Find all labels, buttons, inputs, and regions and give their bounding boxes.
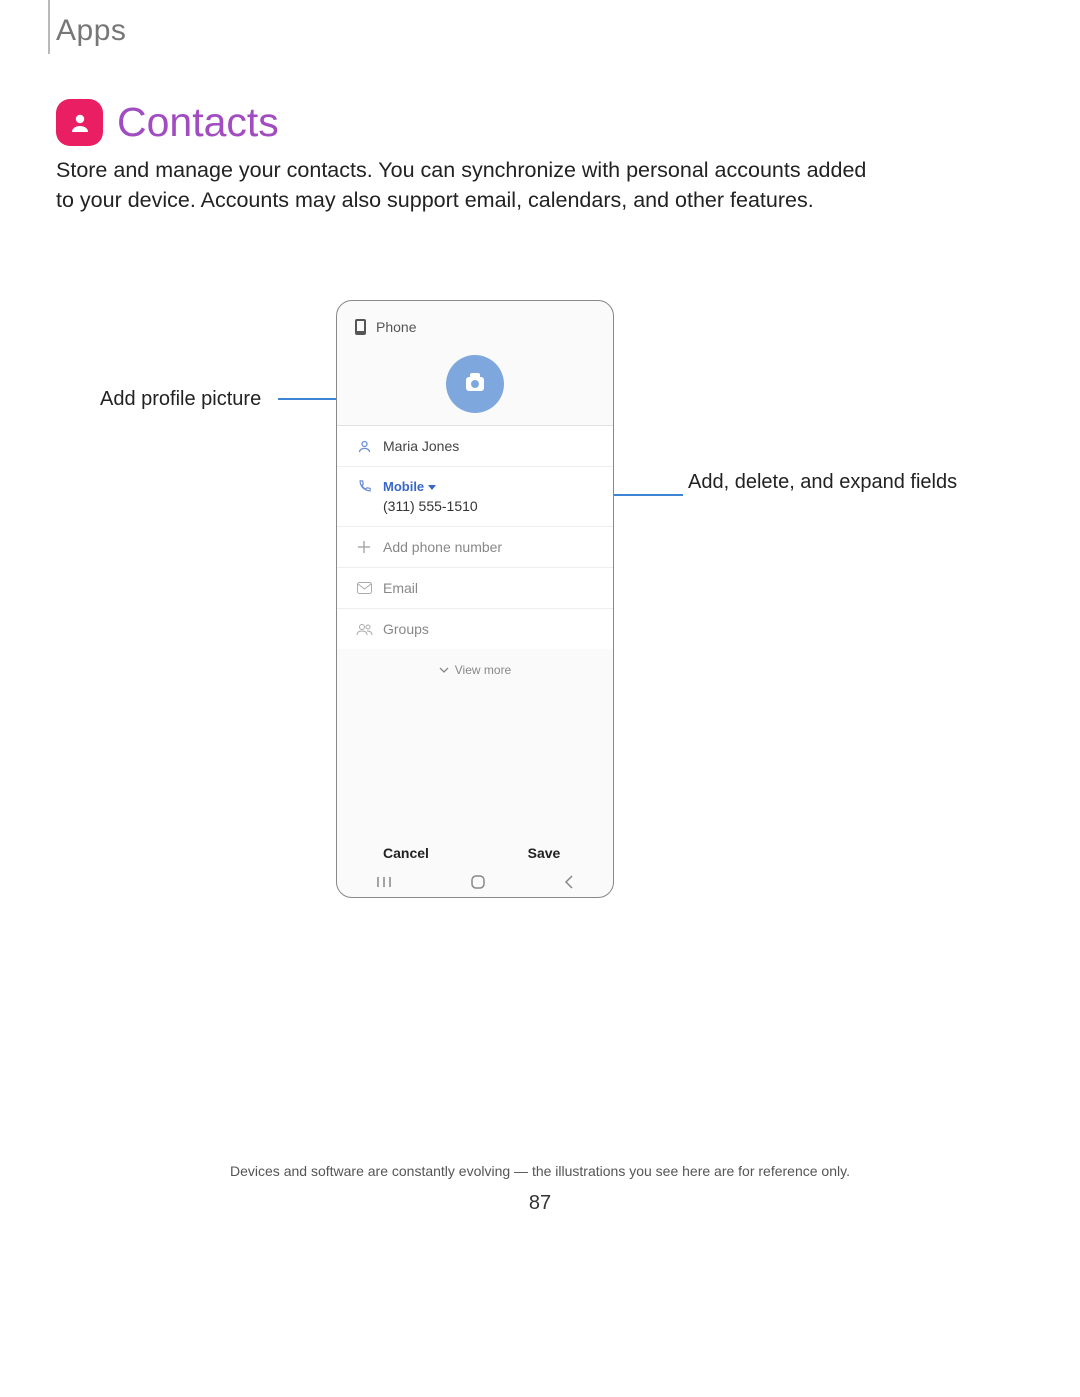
phone-field-row[interactable]: Mobile (311) 555-1510 <box>337 466 613 526</box>
nav-recent-icon[interactable] <box>376 876 392 888</box>
groups-icon <box>355 623 373 636</box>
phone-type-dropdown[interactable]: Mobile <box>383 479 436 494</box>
breadcrumb: Apps <box>56 14 126 48</box>
contacts-app-icon <box>56 99 103 146</box>
email-icon <box>355 582 373 594</box>
view-more-label: View more <box>455 663 511 677</box>
header-divider <box>48 0 50 54</box>
groups-field-row[interactable]: Groups <box>337 608 613 649</box>
nav-back-icon[interactable] <box>564 875 574 889</box>
name-value: Maria Jones <box>383 438 459 454</box>
nav-home-icon[interactable] <box>471 875 485 889</box>
email-field-row[interactable]: Email <box>337 567 613 608</box>
callout-add-profile-picture: Add profile picture <box>100 388 261 411</box>
storage-icon <box>355 319 366 335</box>
phone-screenshot: Phone Maria Jones Mobile (311) 555-1510 <box>336 300 614 898</box>
person-icon <box>355 439 373 454</box>
storage-label[interactable]: Phone <box>376 319 416 335</box>
page-number: 87 <box>0 1192 1080 1215</box>
name-field-row[interactable]: Maria Jones <box>337 425 613 466</box>
view-more-button[interactable]: View more <box>337 649 613 691</box>
phone-icon <box>355 479 373 494</box>
email-label: Email <box>383 580 418 596</box>
chevron-down-icon <box>439 667 449 673</box>
page-description: Store and manage your contacts. You can … <box>56 156 876 215</box>
camera-icon <box>466 377 484 391</box>
cancel-button[interactable]: Cancel <box>337 845 475 861</box>
add-profile-picture-button[interactable] <box>446 355 504 413</box>
callout-add-delete-expand: Add, delete, and expand fields <box>688 470 957 495</box>
add-phone-label: Add phone number <box>383 539 502 555</box>
chevron-down-icon <box>428 485 436 490</box>
add-phone-row[interactable]: Add phone number <box>337 526 613 567</box>
save-button[interactable]: Save <box>475 845 613 861</box>
plus-icon <box>355 540 373 554</box>
page-title: Contacts <box>117 99 279 146</box>
phone-number-value: (311) 555-1510 <box>383 498 478 514</box>
groups-label: Groups <box>383 621 429 637</box>
callout-line-right <box>605 494 683 496</box>
footnote: Devices and software are constantly evol… <box>0 1163 1080 1179</box>
